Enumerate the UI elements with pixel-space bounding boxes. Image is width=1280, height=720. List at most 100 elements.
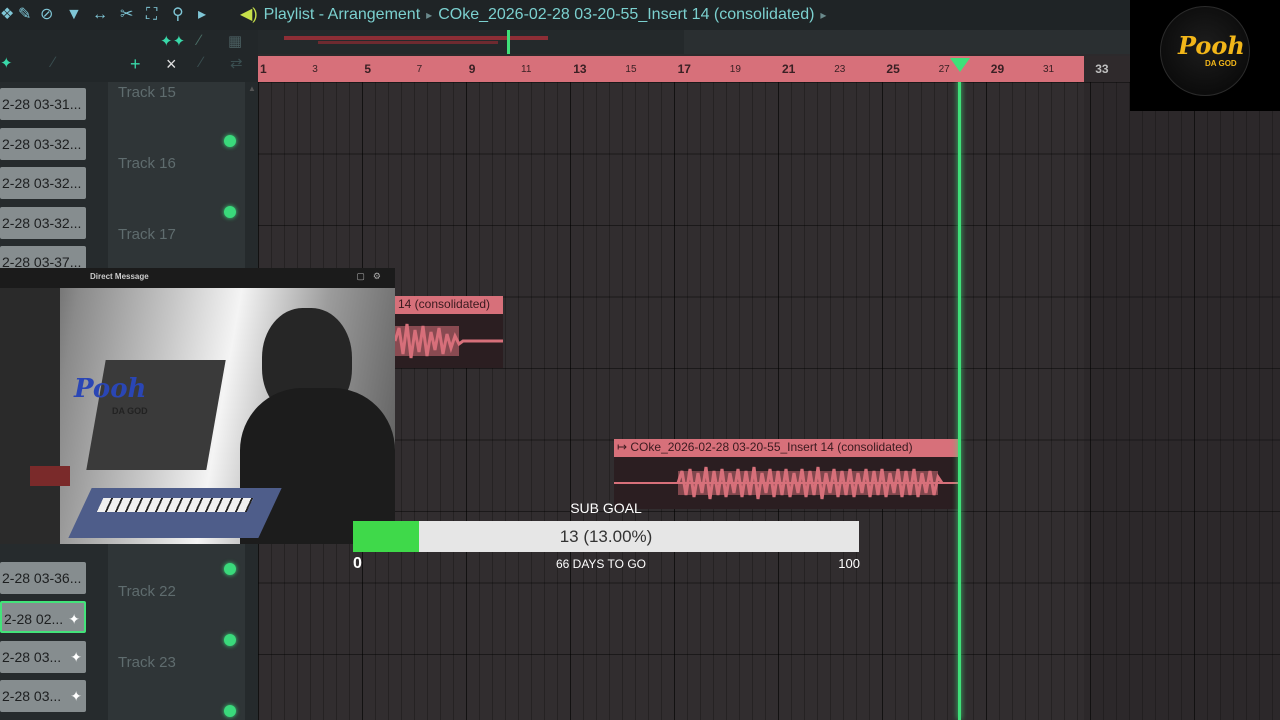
playlist-title: Playlist - Arrangement bbox=[263, 6, 421, 23]
track-name[interactable]: Track 17 bbox=[118, 226, 176, 243]
ruler-bar-number: 17 bbox=[677, 62, 691, 76]
pattern-name[interactable]: COke_2026-02-28 03-20-55_Insert 14 (cons… bbox=[438, 6, 814, 23]
link-icon[interactable]: ∕ bbox=[198, 32, 201, 49]
slice-icon[interactable]: ✂ bbox=[120, 6, 133, 24]
ruler-bar-number: 7 bbox=[416, 64, 423, 75]
track-name[interactable]: Track 15 bbox=[118, 84, 176, 101]
logo: Pooh DA GOD bbox=[1160, 6, 1250, 96]
track-active-led[interactable] bbox=[224, 563, 236, 575]
grid-after-loop-shade bbox=[1084, 82, 1280, 720]
track-active-led[interactable] bbox=[224, 135, 236, 147]
audio-clip-2[interactable]: ↦ COke_2026-02-28 03-20-55_Insert 14 (co… bbox=[614, 439, 961, 509]
slip-icon[interactable]: ↔ bbox=[92, 6, 108, 24]
settings-icon[interactable]: ⚙ bbox=[373, 271, 389, 281]
sub-goal-progress-text: 13 (13.00%) bbox=[559, 527, 653, 546]
webcam-logo-sub: DA GOD bbox=[112, 406, 148, 416]
ruler-bar-number: 21 bbox=[782, 62, 796, 76]
ruler-bar-number: 25 bbox=[886, 62, 900, 76]
browser-clip[interactable]: 2-28 03-32... bbox=[0, 207, 86, 239]
waveform-icon: ✦ bbox=[70, 649, 82, 665]
speaker-icon[interactable]: ▸ bbox=[198, 6, 206, 24]
sub-goal-days-left: 66 DAYS TO GO bbox=[555, 557, 647, 571]
monitor-shape bbox=[0, 288, 60, 544]
speaker-icon: ◀) bbox=[240, 6, 258, 23]
playhead-line[interactable] bbox=[958, 70, 961, 720]
webcam-overlay: Direct Message ▢⚙ Pooh DA GOD bbox=[0, 268, 395, 544]
pencil-icon[interactable]: ∕ bbox=[52, 54, 55, 71]
delete-icon[interactable]: ⊘ bbox=[40, 6, 53, 24]
select-icon[interactable]: ⛶ bbox=[146, 6, 157, 24]
track-name[interactable]: Track 22 bbox=[118, 583, 176, 600]
playlist-overview[interactable] bbox=[258, 30, 684, 54]
sub-goal-title: SUB GOAL bbox=[570, 500, 642, 516]
clip-waveform bbox=[395, 323, 503, 359]
ruler-bar-number: 1 bbox=[260, 62, 267, 76]
ruler-bar-number: 27 bbox=[938, 64, 950, 75]
logo-panel: Pooh DA GOD bbox=[1130, 0, 1280, 111]
ruler-bar-number: 13 bbox=[573, 62, 587, 76]
paint-icon[interactable]: ✎ bbox=[18, 6, 31, 24]
browser-clip-selected[interactable]: 2-28 02... ✦ bbox=[0, 601, 86, 633]
browser-clip-label: 2-28 02... bbox=[4, 611, 64, 627]
wave-add-icon[interactable]: ✦ bbox=[0, 54, 13, 72]
webcam-titlebar: Direct Message ▢⚙ bbox=[0, 268, 395, 288]
track-active-led[interactable] bbox=[224, 206, 236, 218]
track-name[interactable]: Track 23 bbox=[118, 654, 176, 671]
secondary-toolbar: ✦✦ ∕ ▦ ✦ ∕ + × ∕ ⇄ bbox=[0, 30, 258, 82]
webcam-feed: Pooh DA GOD bbox=[0, 288, 395, 544]
keyboard-shape bbox=[68, 488, 282, 538]
ruler-bar-number: 5 bbox=[364, 62, 372, 76]
ruler-bar-number: 9 bbox=[468, 62, 476, 76]
waveform-icon: ✦ bbox=[68, 611, 80, 627]
close-icon[interactable]: × bbox=[166, 54, 177, 75]
sub-goal-progress-bar: 13 (13.00%) bbox=[353, 521, 859, 552]
ruler-bar-number: 29 bbox=[990, 62, 1005, 76]
browser-clip[interactable]: 2-28 03... ✦ bbox=[0, 641, 86, 673]
overview-position bbox=[507, 30, 510, 54]
top-toolbar: ❖ ✎ ⊘ ▼ ↔ ✂ ⛶ ⚲ ▸ ◀) Playlist - Arrangeme… bbox=[0, 0, 1130, 30]
ruler-bar-number: 3 bbox=[312, 64, 318, 75]
sub-goal-max: 100 bbox=[838, 556, 860, 571]
ruler-bar-number: 11 bbox=[521, 64, 532, 75]
add-icon[interactable]: + bbox=[130, 54, 141, 75]
browser-clip[interactable]: 2-28 03-32... bbox=[0, 167, 86, 199]
track-active-led[interactable] bbox=[224, 634, 236, 646]
arrows-icon[interactable]: ⇄ bbox=[230, 54, 243, 72]
ruler-bar-number: 15 bbox=[625, 64, 637, 75]
ruler-bar-number: 31 bbox=[1043, 64, 1055, 75]
scroll-up-icon[interactable]: ▲ bbox=[248, 84, 256, 93]
chevron-right-icon: ▸ bbox=[820, 8, 827, 22]
browser-clip[interactable]: 2-28 03-31... bbox=[0, 88, 86, 120]
piano-icon[interactable]: ▦ bbox=[228, 32, 242, 50]
ruler-bar-number: 33 bbox=[1095, 62, 1109, 76]
track-active-led[interactable] bbox=[224, 705, 236, 717]
playhead-marker-icon[interactable] bbox=[950, 58, 970, 72]
logo-text: Pooh bbox=[1178, 31, 1245, 60]
browser-clip-label: 2-28 03... bbox=[2, 649, 62, 665]
window-title: ◀) Playlist - Arrangement ▸ COke_2026-02-28… bbox=[240, 4, 832, 24]
expand-icon[interactable]: ▢ bbox=[356, 271, 373, 281]
edit-icon[interactable]: ∕ bbox=[200, 54, 203, 71]
audio-clip-1[interactable]: 14 (consolidated) bbox=[395, 296, 503, 368]
webcam-controls: ▢⚙ bbox=[356, 271, 389, 282]
track-name[interactable]: Track 16 bbox=[118, 155, 176, 172]
magnet-icon[interactable]: ❖ bbox=[0, 6, 14, 24]
ruler-bar-number: 19 bbox=[729, 64, 741, 75]
chevron-right-icon: ▸ bbox=[426, 8, 433, 22]
mute-icon[interactable]: ▼ bbox=[66, 6, 82, 24]
zoom-icon[interactable]: ⚲ bbox=[172, 6, 184, 24]
webcam-logo-text: Pooh bbox=[74, 374, 147, 404]
waveform-icon[interactable]: ✦✦ bbox=[160, 32, 185, 50]
browser-clip[interactable]: 2-28 03-32... bbox=[0, 128, 86, 160]
logo-subtext: DA GOD bbox=[1205, 59, 1237, 68]
speaker-shape bbox=[30, 466, 70, 486]
overview-empty bbox=[684, 30, 1130, 54]
browser-clip[interactable]: 2-28 03... ✦ bbox=[0, 680, 86, 712]
waveform-icon: ✦ bbox=[70, 688, 82, 704]
webcam-title: Direct Message bbox=[90, 272, 149, 281]
ruler-bar-number: 23 bbox=[834, 64, 846, 75]
keys-shape bbox=[96, 498, 254, 512]
browser-clip[interactable]: 2-28 03-36... bbox=[0, 562, 86, 594]
ruler-after-loop: 33 bbox=[1084, 56, 1130, 82]
overview-clip bbox=[318, 41, 498, 44]
